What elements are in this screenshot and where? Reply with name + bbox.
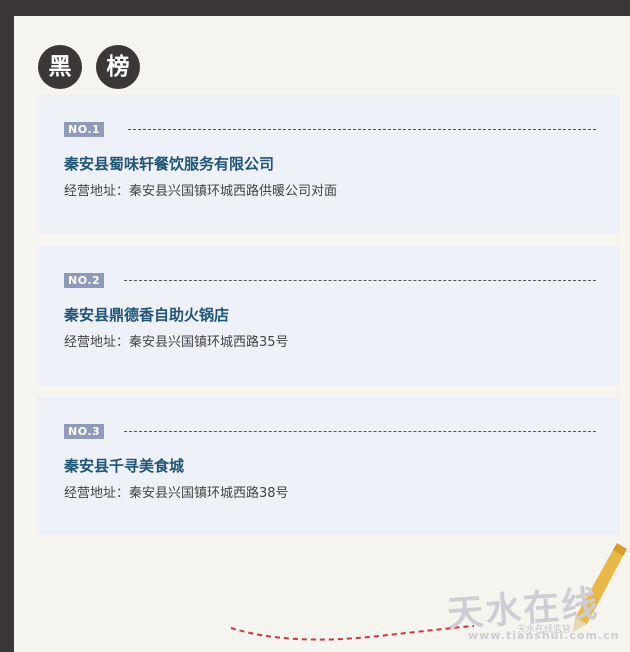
business-address: 经营地址：秦安县兴国镇环城西路35号 [64, 335, 289, 350]
watermark-url: www.tianshui.com.cn [468, 629, 620, 642]
watermark: 天水在线 天水在线监管 www.tianshui.com.cn [425, 540, 630, 652]
list-item: NO.3 秦安县千寻美食城 经营地址：秦安县兴国镇环城西路38号 [38, 397, 620, 535]
title-char-2: 榜 [96, 45, 140, 89]
list-item: NO.1 秦安县蜀味轩餐饮服务有限公司 经营地址：秦安县兴国镇环城西路供暖公司对… [38, 95, 620, 234]
rank-badge: NO.1 [64, 122, 105, 137]
divider [124, 431, 596, 432]
business-name: 秦安县鼎德香自助火锅店 [64, 306, 230, 324]
title-char-1: 黑 [38, 45, 82, 89]
divider [124, 280, 596, 281]
business-name: 秦安县蜀味轩餐饮服务有限公司 [64, 155, 275, 173]
list-item: NO.2 秦安县鼎德香自助火锅店 经营地址：秦安县兴国镇环城西路35号 [38, 246, 620, 386]
rank-badge: NO.3 [64, 424, 105, 439]
rank-badge: NO.2 [64, 273, 105, 288]
business-address: 经营地址：秦安县兴国镇环城西路供暖公司对面 [64, 184, 338, 199]
business-name: 秦安县千寻美食城 [64, 457, 185, 475]
divider [128, 129, 596, 130]
business-address: 经营地址：秦安县兴国镇环城西路38号 [64, 486, 289, 501]
